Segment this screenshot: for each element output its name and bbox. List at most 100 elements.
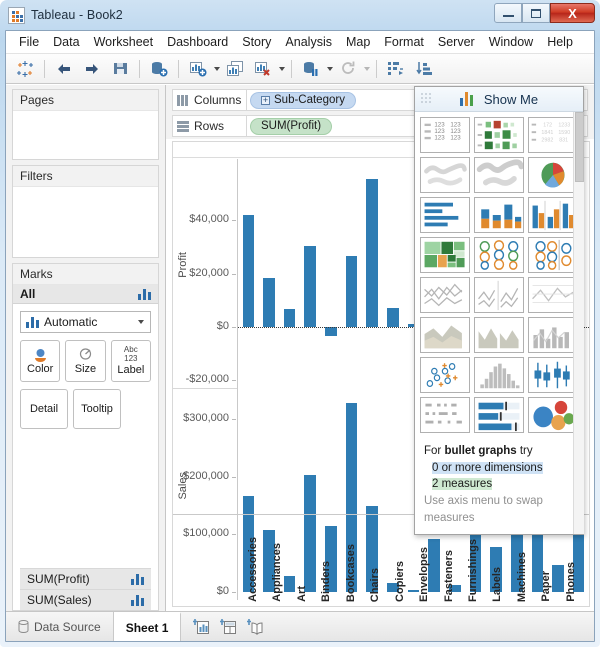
new-dashboard-tab-button[interactable] xyxy=(220,618,237,635)
x-axis-label[interactable]: Bookcases xyxy=(345,544,357,602)
menu-analysis[interactable]: Analysis xyxy=(278,33,339,51)
show-me-box-and-whisker[interactable] xyxy=(528,357,578,393)
new-worksheet-tab-button[interactable] xyxy=(193,618,210,635)
x-axis-label[interactable]: Envelopes xyxy=(418,547,430,602)
show-me-dual-combination[interactable] xyxy=(528,317,578,353)
sheet-tab-sheet1[interactable]: Sheet 1 xyxy=(113,612,182,641)
clear-sheet-button[interactable] xyxy=(250,57,276,81)
x-axis-label[interactable]: Copiers xyxy=(394,561,406,602)
show-me-stacked-bar[interactable] xyxy=(474,197,524,233)
show-me-side-by-side-circle[interactable] xyxy=(528,237,578,273)
bar-mark[interactable] xyxy=(345,255,358,327)
menu-format[interactable]: Format xyxy=(377,33,431,51)
show-me-scrollbar[interactable] xyxy=(573,112,584,535)
size-button[interactable]: Size xyxy=(65,340,106,382)
tooltip-button[interactable]: Tooltip xyxy=(73,389,121,429)
pause-auto-update-button[interactable] xyxy=(298,57,324,81)
menu-worksheet[interactable]: Worksheet xyxy=(87,33,161,51)
menu-server[interactable]: Server xyxy=(431,33,482,51)
show-me-pie-chart[interactable] xyxy=(528,157,578,193)
show-me-treemap[interactable] xyxy=(420,237,470,273)
bar-mark[interactable] xyxy=(263,278,275,327)
show-me-side-by-side-bar[interactable] xyxy=(528,197,578,233)
show-me-scrollbar-thumb[interactable] xyxy=(575,112,584,182)
pause-updates-dropdown-caret[interactable] xyxy=(327,66,333,71)
new-data-source-button[interactable] xyxy=(146,57,172,81)
x-axis-label[interactable]: Machines xyxy=(516,552,528,602)
x-axis-label[interactable]: Accessories xyxy=(247,537,259,602)
bar-mark[interactable] xyxy=(325,326,337,336)
show-me-header[interactable]: Show Me xyxy=(415,87,583,112)
show-me-packed-bubbles[interactable] xyxy=(528,397,578,433)
new-worksheet-dropdown-caret[interactable] xyxy=(214,66,220,71)
color-button[interactable]: Color xyxy=(20,340,61,382)
marks-card-sum-sales[interactable]: SUM(Sales) xyxy=(20,589,151,610)
marks-card-sum-profit[interactable]: SUM(Profit) xyxy=(20,568,151,589)
x-axis-label[interactable]: Paper xyxy=(540,571,552,602)
menu-help[interactable]: Help xyxy=(540,33,580,51)
minimize-button[interactable] xyxy=(494,3,522,23)
drag-grip-icon[interactable] xyxy=(419,91,435,107)
save-button[interactable] xyxy=(107,57,133,81)
show-me-area-discrete[interactable] xyxy=(474,317,524,353)
clear-sheet-dropdown-caret[interactable] xyxy=(279,66,285,71)
x-axis-label[interactable]: Art xyxy=(296,586,308,602)
x-axis-label[interactable]: Chairs xyxy=(369,568,381,602)
x-axis-label[interactable]: Phones xyxy=(565,562,577,602)
menu-file[interactable]: File xyxy=(12,33,46,51)
marks-all-row[interactable]: All xyxy=(13,285,158,304)
svg-text:831: 831 xyxy=(559,137,568,143)
bar-mark[interactable] xyxy=(366,178,378,327)
bar-mark[interactable] xyxy=(283,309,296,327)
show-me-text-table[interactable]: 123 123 123 123 123 123 xyxy=(420,117,470,153)
x-axis-label[interactable]: Labels xyxy=(491,567,503,602)
sort-descending-button[interactable] xyxy=(411,57,437,81)
x-axis-label[interactable]: Appliances xyxy=(271,543,283,602)
detail-button[interactable]: Detail xyxy=(20,389,68,429)
show-me-symbol-map[interactable] xyxy=(420,157,470,193)
show-me-circle-view[interactable] xyxy=(474,237,524,273)
pages-shelf-drop-area[interactable] xyxy=(13,111,158,159)
menu-map[interactable]: Map xyxy=(339,33,377,51)
bar-mark[interactable] xyxy=(242,215,255,327)
back-button[interactable] xyxy=(51,57,77,81)
show-me-line-continuous[interactable] xyxy=(474,277,524,313)
menu-dashboard[interactable]: Dashboard xyxy=(160,33,235,51)
new-worksheet-button[interactable] xyxy=(185,57,211,81)
show-me-area-continuous[interactable] xyxy=(420,317,470,353)
show-me-panel[interactable]: Show Me 123 123 123 123 123 123 172 1233 1841 15… xyxy=(414,86,584,536)
show-me-horizontal-bar[interactable] xyxy=(420,197,470,233)
pill-sub-category[interactable]: + Sub-Category xyxy=(250,91,356,109)
bar-mark[interactable] xyxy=(304,246,317,327)
expand-plus-icon[interactable]: + xyxy=(261,95,270,105)
x-axis-label[interactable]: Fasteners xyxy=(443,550,455,602)
label-button[interactable]: Abc 123 Label xyxy=(110,340,151,382)
data-source-tab[interactable]: Data Source xyxy=(6,612,114,641)
show-me-gantt[interactable] xyxy=(420,397,470,433)
bar-mark[interactable] xyxy=(387,308,399,327)
duplicate-sheet-button[interactable] xyxy=(222,57,248,81)
x-axis-label[interactable]: Furnishings xyxy=(467,539,479,602)
x-axis-label[interactable]: Storage xyxy=(589,561,590,602)
show-me-bullet-graph[interactable] xyxy=(474,397,524,433)
x-axis-label[interactable]: Binders xyxy=(320,561,332,602)
maximize-button[interactable] xyxy=(522,3,550,23)
tableau-logo-button[interactable] xyxy=(12,57,38,81)
show-me-line-discrete[interactable] xyxy=(420,277,470,313)
menu-window[interactable]: Window xyxy=(482,33,540,51)
filters-shelf-drop-area[interactable] xyxy=(13,187,158,257)
close-button[interactable]: X xyxy=(550,3,595,23)
show-me-scatter-plot[interactable] xyxy=(420,357,470,393)
show-me-heat-map[interactable] xyxy=(474,117,524,153)
forward-button[interactable] xyxy=(79,57,105,81)
swap-rows-columns-button[interactable] xyxy=(383,57,409,81)
show-me-histogram[interactable] xyxy=(474,357,524,393)
mark-type-select[interactable]: Automatic xyxy=(20,311,151,333)
show-me-highlight-table[interactable]: 172 1233 1841 1590 2982 831 xyxy=(528,117,578,153)
show-me-dual-line[interactable] xyxy=(528,277,578,313)
show-me-filled-map[interactable] xyxy=(474,157,524,193)
menu-data[interactable]: Data xyxy=(46,33,86,51)
menu-story[interactable]: Story xyxy=(235,33,278,51)
new-story-tab-button[interactable] xyxy=(247,618,264,635)
pill-sum-profit[interactable]: SUM(Profit) xyxy=(250,117,333,135)
